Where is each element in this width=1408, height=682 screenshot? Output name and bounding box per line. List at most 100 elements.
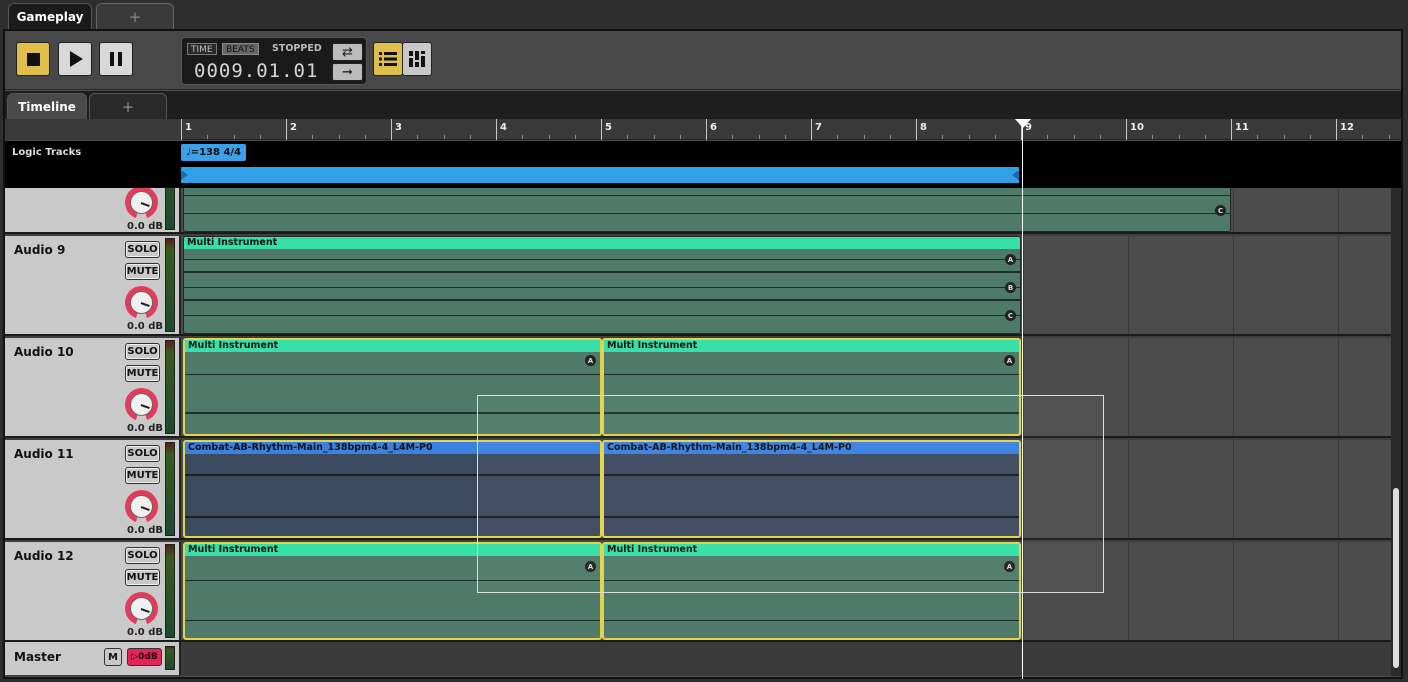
track-lane[interactable]: Multi Instrument A B C	[183, 236, 1391, 334]
bar-gridline	[1233, 188, 1234, 232]
follow-button[interactable]: ➞	[332, 63, 363, 81]
bar-gridline	[1338, 642, 1339, 675]
clip-title: Multi Instrument	[185, 340, 600, 352]
master-mute-button[interactable]: M	[104, 648, 122, 666]
pause-button[interactable]	[99, 42, 133, 76]
track-row: Audio 9 SOLO MUTE 0.0 dB Multi Instrumen…	[5, 236, 1391, 336]
timeline-ruler[interactable]: 1 2 3 4 5 6 7 8 9 10 11 12	[181, 119, 1401, 140]
ruler-beat-tick	[1152, 135, 1154, 139]
take-letter-badge: A	[1005, 254, 1016, 265]
solo-button[interactable]: SOLO	[125, 343, 160, 360]
ruler-beat-tick	[968, 135, 970, 139]
volume-knob[interactable]	[125, 188, 158, 219]
level-meter	[165, 442, 175, 536]
main-window: TIME BEATS STOPPED 0009.01.01 ⇄ ➞ Timeli…	[3, 29, 1403, 679]
solo-button[interactable]: SOLO	[125, 241, 160, 258]
bar-gridline	[1338, 236, 1339, 334]
ruler-beat-tick	[889, 135, 891, 139]
ruler-beat-tick	[1178, 135, 1180, 139]
bar-gridline	[1023, 236, 1024, 334]
ruler-bar-2: 2	[286, 119, 297, 140]
ruler-beat-tick	[1047, 135, 1049, 139]
bar-gridline	[603, 642, 604, 675]
time-mode-toggle[interactable]: TIME	[187, 43, 217, 55]
editor-tab-bar: Timeline +	[5, 91, 1401, 119]
master-volume-button[interactable]: ▷0dB	[127, 648, 162, 666]
volume-knob[interactable]	[125, 490, 158, 523]
loop-region-bar[interactable]	[181, 167, 1019, 183]
ruler-bar-number: 7	[815, 122, 822, 133]
list-view-button[interactable]	[373, 42, 403, 76]
track-header: Audio 10 SOLO MUTE 0.0 dB	[5, 338, 181, 436]
ruler-bar-1: 1	[181, 119, 192, 140]
mixer-view-icon	[409, 51, 425, 67]
loop-button[interactable]: ⇄	[332, 43, 363, 61]
solo-button[interactable]: SOLO	[125, 445, 160, 462]
vertical-scrollbar[interactable]	[1391, 188, 1401, 676]
bar-gridline	[1128, 542, 1129, 640]
tempo-marker[interactable]: ♩=138 4/4	[181, 144, 247, 161]
ruler-beat-tick	[574, 135, 576, 139]
bar-gridline	[1128, 236, 1129, 334]
bar-gridline	[708, 642, 709, 675]
ruler-beat-tick	[732, 135, 734, 139]
track-header: Audio 9 SOLO MUTE 0.0 dB	[5, 236, 181, 334]
add-document-tab-button[interactable]: +	[96, 3, 174, 30]
pause-icon	[110, 52, 122, 66]
bar-gridline	[918, 642, 919, 675]
volume-readout: 0.0 dB	[127, 221, 163, 232]
level-meter	[165, 544, 175, 638]
master-track-header: Master M ▷0dB	[5, 642, 181, 675]
ruler-beat-tick	[758, 135, 760, 139]
audio-clip[interactable]: Multi Instrument A B C	[183, 236, 1021, 334]
ruler-bar-number: 5	[605, 122, 612, 133]
mute-button[interactable]: MUTE	[125, 263, 160, 280]
ruler-bar-8: 8	[916, 119, 927, 140]
ruler-bar-7: 7	[811, 119, 822, 140]
take-letter-badge: A	[1004, 355, 1015, 366]
track-lane[interactable]: C	[183, 188, 1391, 232]
master-track-row: Master M ▷0dB	[5, 642, 1391, 675]
volume-knob[interactable]	[125, 388, 158, 421]
ruler-bar-12: 12	[1336, 119, 1354, 140]
clip-title: Multi Instrument	[604, 340, 1019, 352]
ruler-beat-tick	[259, 135, 261, 139]
ruler-beat-tick	[784, 135, 786, 139]
transport-status: STOPPED	[272, 43, 322, 54]
solo-button[interactable]: SOLO	[125, 547, 160, 564]
track-name[interactable]: Audio 12	[14, 549, 74, 563]
playhead-handle[interactable]	[1015, 119, 1031, 128]
ruler-beat-tick	[233, 135, 235, 139]
take-letter-badge: C	[1215, 205, 1226, 216]
ruler-beat-tick	[1283, 135, 1285, 139]
mute-button[interactable]: MUTE	[125, 569, 160, 586]
bar-gridline	[1233, 542, 1234, 640]
ruler-spacer	[5, 119, 181, 140]
play-button[interactable]	[58, 42, 92, 76]
stop-button[interactable]	[16, 42, 50, 76]
list-view-icon	[379, 52, 397, 66]
track-name[interactable]: Audio 11	[14, 447, 74, 461]
track-name[interactable]: Audio 9	[14, 243, 65, 257]
tab-timeline[interactable]: Timeline	[7, 93, 87, 119]
volume-knob[interactable]	[125, 286, 158, 319]
ruler-bar-11: 11	[1231, 119, 1249, 140]
ruler-bar-number: 12	[1340, 122, 1354, 133]
volume-knob[interactable]	[125, 592, 158, 625]
mixer-view-button[interactable]	[402, 42, 432, 76]
track-name[interactable]: Audio 10	[14, 345, 74, 359]
bar-gridline	[498, 642, 499, 675]
beats-mode-toggle[interactable]: BEATS	[222, 43, 259, 55]
add-editor-tab-button[interactable]: +	[89, 93, 167, 119]
ruler-beat-tick	[653, 135, 655, 139]
ruler-bar-6: 6	[706, 119, 717, 140]
track-header: Audio 12 SOLO MUTE 0.0 dB	[5, 542, 181, 640]
master-lane[interactable]	[183, 642, 1391, 675]
ruler-bar-3: 3	[391, 119, 402, 140]
mute-button[interactable]: MUTE	[125, 467, 160, 484]
loop-icon: ⇄	[342, 44, 353, 60]
tab-gameplay[interactable]: Gameplay	[8, 3, 92, 30]
scrollbar-thumb[interactable]	[1393, 488, 1399, 668]
mute-button[interactable]: MUTE	[125, 365, 160, 382]
audio-clip[interactable]: C	[183, 188, 1231, 232]
